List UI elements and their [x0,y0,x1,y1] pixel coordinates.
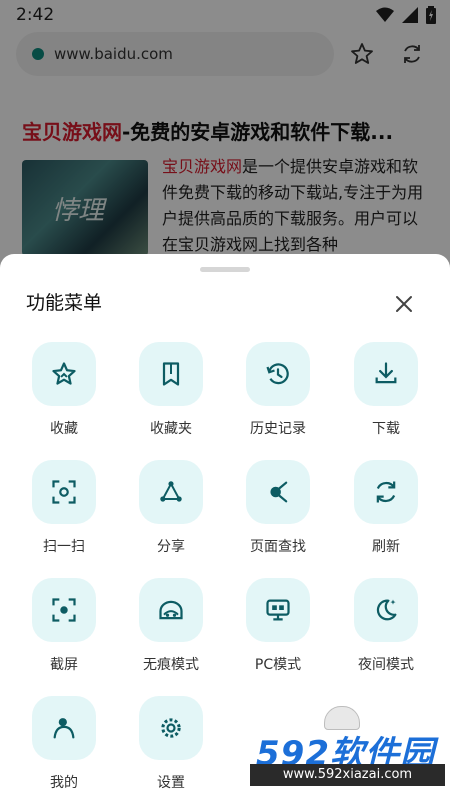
download-icon [375,362,397,384]
history-icon [266,363,289,385]
menu-item-settings[interactable]: 设置 [131,696,211,792]
menu-item-download[interactable]: 下载 [346,342,426,438]
menu-item-screenshot[interactable]: 截屏 [24,578,104,674]
menu-icon-bg [139,578,203,642]
menu-label: 收藏 [50,421,78,437]
menu-item-night-mode[interactable]: 夜间模式 [346,578,426,674]
menu-item-pc-mode[interactable]: PC模式 [238,578,318,674]
menu-icon-bg [354,342,418,406]
menu-label: 页面查找 [250,539,306,555]
watermark-logo: 592软件园 www.592xiazai.com [250,706,445,792]
menu-icon-bg [32,578,96,642]
menu-icon-bg [354,578,418,642]
bookmark-icon [162,362,180,386]
menu-label: PC模式 [254,657,302,673]
menu-label: 扫一扫 [43,539,85,555]
menu-title: 功能菜单 [26,292,103,314]
watermark-site: www.592xiazai.com [250,764,445,786]
menu-label: 下载 [372,421,400,437]
settings-icon [161,718,181,738]
menu-item-scan[interactable]: 扫一扫 [24,460,104,556]
menu-label: 夜间模式 [358,657,414,673]
menu-icon-bg [246,578,310,642]
menu-item-bookmarks[interactable]: 收藏夹 [131,342,211,438]
profile-icon [53,718,75,739]
menu-item-incognito[interactable]: 无痕模式 [131,578,211,674]
pc-mode-icon [266,599,290,621]
menu-icon-bg [32,696,96,760]
menu-icon-bg [139,696,203,760]
menu-label: 收藏夹 [150,421,192,437]
menu-icon-bg [246,342,310,406]
share-icon [160,481,182,502]
menu-icon-bg [32,460,96,524]
menu-label: 我的 [50,775,78,791]
menu-item-page-find[interactable]: 页面查找 [238,460,318,556]
menu-item-profile[interactable]: 我的 [24,696,104,792]
menu-label: 分享 [157,539,185,555]
menu-icon-bg [139,342,203,406]
menu-label: 刷新 [372,539,400,555]
menu-label: 设置 [157,775,185,791]
menu-item-favorite[interactable]: 收藏 [24,342,104,438]
menu-item-refresh[interactable]: 刷新 [346,460,426,556]
scan-icon [52,480,76,504]
screenshot-icon [52,598,76,622]
function-menu-sheet: 功能菜单 收藏 收藏夹 历史记录 下载 扫一扫 分享 页面查找 刷新 截屏 无痕… [0,254,450,800]
menu-label: 截屏 [50,657,78,673]
menu-label: 历史记录 [250,421,306,437]
incognito-icon [159,600,183,620]
menu-icon-bg [246,460,310,524]
menu-icon-bg [354,460,418,524]
menu-label: 无痕模式 [143,657,199,673]
menu-item-history[interactable]: 历史记录 [238,342,318,438]
close-button[interactable] [390,290,418,318]
star-icon [52,362,76,385]
night-mode-icon [376,599,397,621]
drag-handle[interactable] [200,267,250,272]
menu-item-share[interactable]: 分享 [131,460,211,556]
menu-icon-bg [139,460,203,524]
page-find-icon [270,481,288,503]
menu-icon-bg [32,342,96,406]
close-icon [396,296,412,312]
refresh-icon [376,481,396,503]
